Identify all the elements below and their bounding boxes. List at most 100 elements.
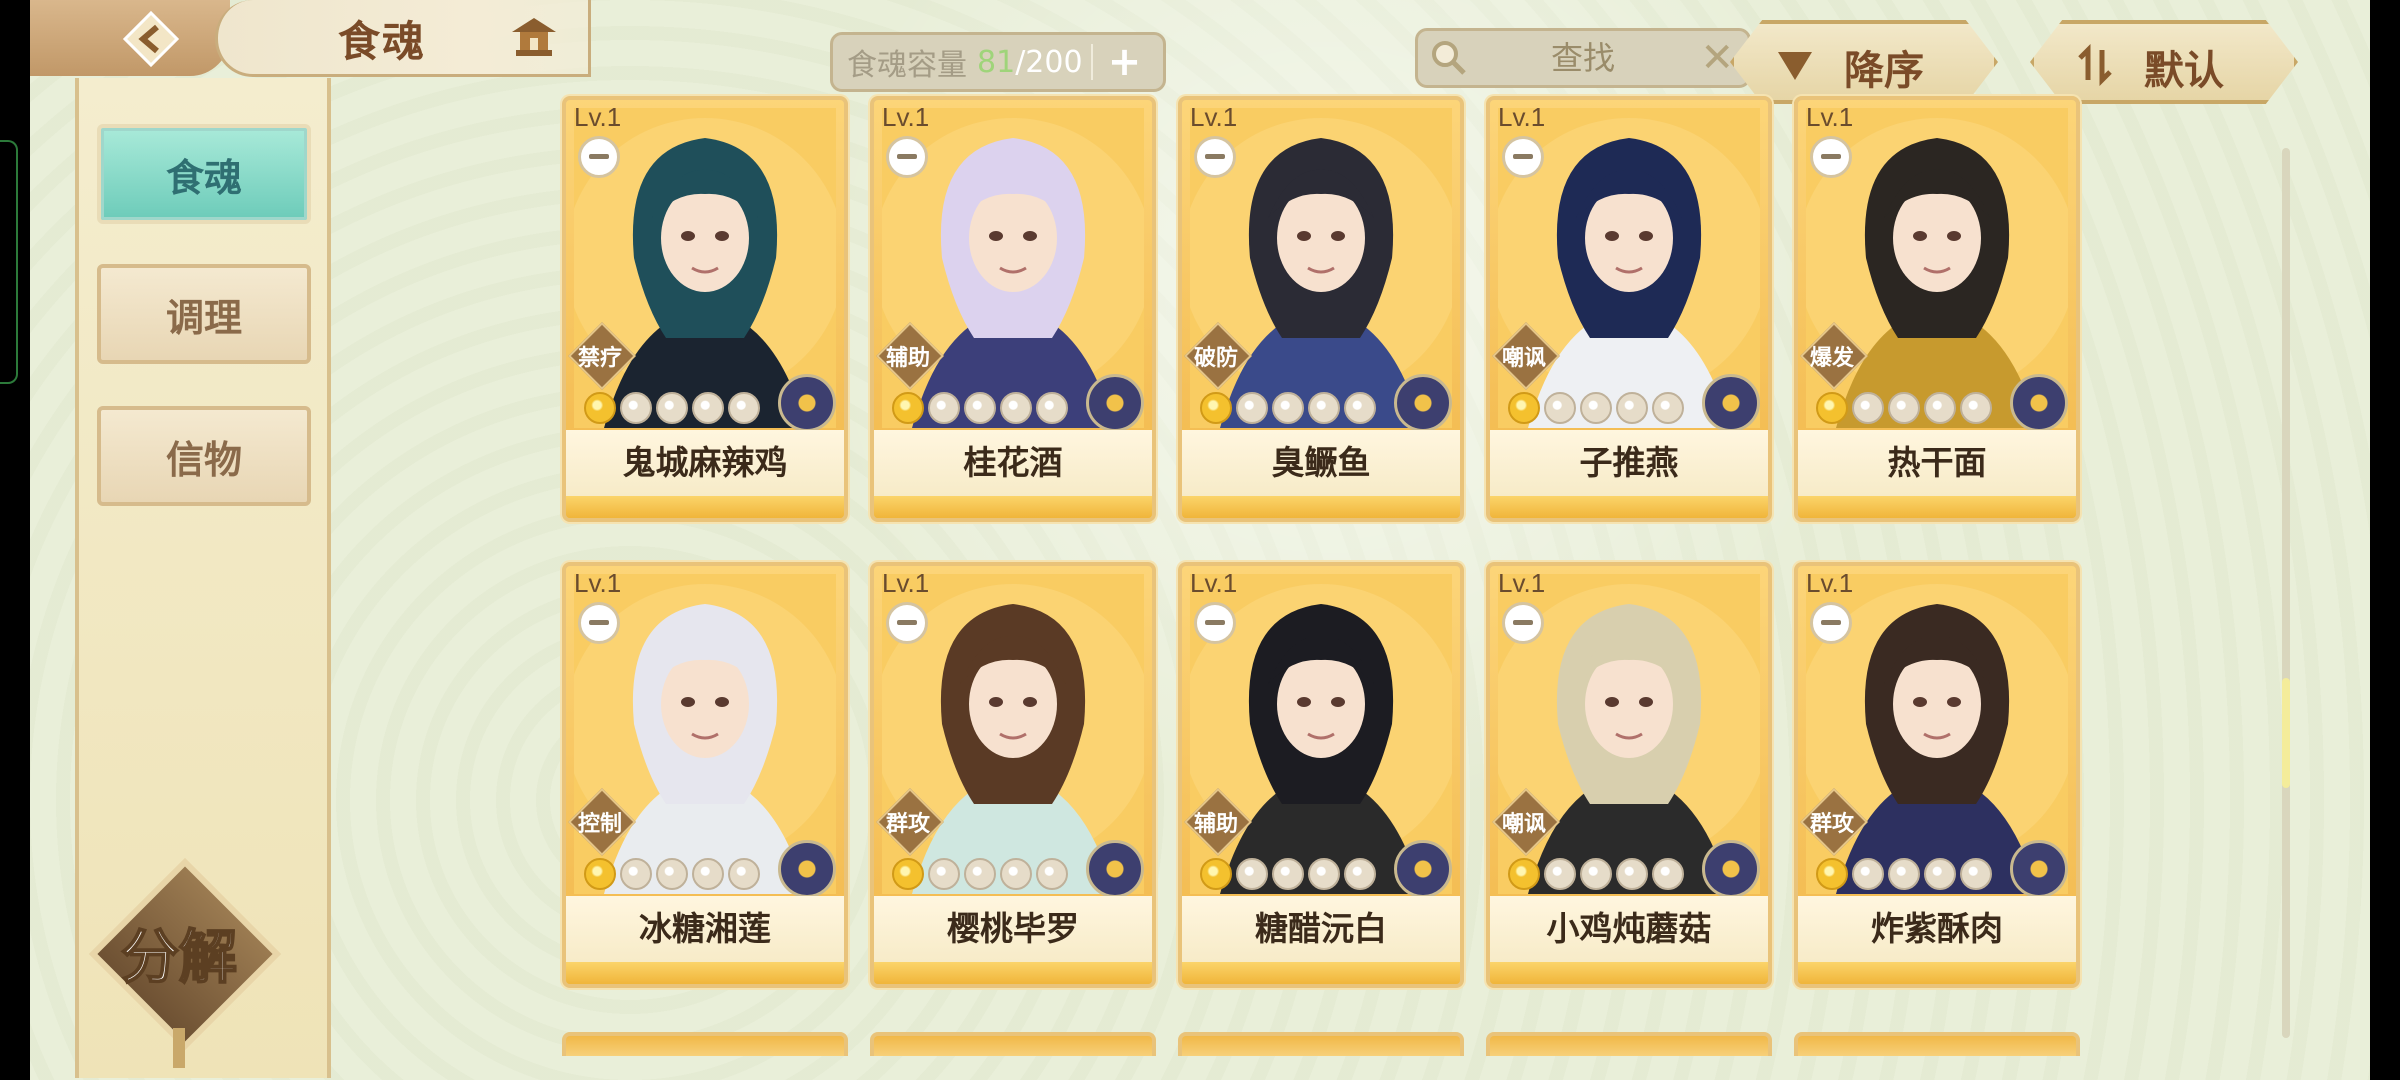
star-empty-icon bbox=[1852, 392, 1884, 424]
star-empty-icon bbox=[1616, 392, 1648, 424]
character-name: 子推燕 bbox=[1579, 443, 1679, 482]
card-partial[interactable] bbox=[562, 1032, 848, 1056]
card-footer bbox=[1182, 962, 1460, 984]
role-badge: 禁疗 bbox=[568, 322, 636, 390]
star-rating bbox=[1508, 858, 1684, 892]
star-empty-icon bbox=[1344, 858, 1376, 890]
card-footer bbox=[1490, 496, 1768, 518]
lock-toggle-icon[interactable] bbox=[1194, 602, 1236, 644]
level-label: Lv.1 bbox=[574, 102, 622, 132]
star-rating bbox=[1200, 392, 1376, 426]
element-icon bbox=[1702, 840, 1760, 898]
star-empty-icon bbox=[1888, 858, 1920, 890]
lock-toggle-icon[interactable] bbox=[1810, 136, 1852, 178]
food-soul-card[interactable]: Lv.1 辅助 桂花酒 bbox=[870, 96, 1156, 522]
star-empty-icon bbox=[1272, 392, 1304, 424]
star-empty-icon bbox=[1308, 858, 1340, 890]
role-badge: 爆发 bbox=[1800, 322, 1868, 390]
star-empty-icon bbox=[1888, 392, 1920, 424]
card-partial[interactable] bbox=[1178, 1032, 1464, 1056]
role-label: 群攻 bbox=[1809, 812, 1854, 837]
lock-toggle-icon[interactable] bbox=[886, 602, 928, 644]
star-filled-icon bbox=[892, 858, 924, 890]
level-label: Lv.1 bbox=[1190, 568, 1238, 598]
food-soul-card[interactable]: Lv.1 群攻 樱桃毕罗 bbox=[870, 562, 1156, 988]
star-empty-icon bbox=[1036, 392, 1068, 424]
role-badge: 辅助 bbox=[1184, 788, 1252, 856]
element-icon bbox=[2010, 840, 2068, 898]
card-partial[interactable] bbox=[1486, 1032, 1772, 1056]
food-soul-card[interactable]: Lv.1 嘲讽小鸡炖蘑菇 bbox=[1486, 562, 1772, 988]
level-label: Lv.1 bbox=[1498, 568, 1546, 598]
level-label: Lv.1 bbox=[882, 568, 930, 598]
food-soul-card[interactable]: Lv.1 禁疗 鬼城麻辣鸡 bbox=[562, 96, 848, 522]
scrollbar[interactable] bbox=[2282, 148, 2290, 1038]
card-footer bbox=[874, 496, 1152, 518]
character-name: 小鸡炖蘑菇 bbox=[1546, 909, 1712, 948]
star-filled-icon bbox=[1508, 392, 1540, 424]
star-empty-icon bbox=[1652, 392, 1684, 424]
role-label: 辅助 bbox=[1193, 812, 1238, 837]
star-empty-icon bbox=[1924, 858, 1956, 890]
card-footer bbox=[1798, 962, 2076, 984]
food-soul-card[interactable]: Lv.1 辅助糖醋沅白 bbox=[1178, 562, 1464, 988]
lock-toggle-icon[interactable] bbox=[1502, 136, 1544, 178]
star-empty-icon bbox=[620, 392, 652, 424]
card-partial[interactable] bbox=[870, 1032, 1156, 1056]
star-empty-icon bbox=[1852, 858, 1884, 890]
role-badge: 破防 bbox=[1184, 322, 1252, 390]
role-badge: 辅助 bbox=[876, 322, 944, 390]
lock-toggle-icon[interactable] bbox=[886, 136, 928, 178]
star-rating bbox=[1508, 392, 1684, 426]
food-soul-card[interactable]: Lv.1 群攻炸紫酥肉 bbox=[1794, 562, 2080, 988]
star-empty-icon bbox=[928, 392, 960, 424]
lock-toggle-icon[interactable] bbox=[1502, 602, 1544, 644]
star-rating bbox=[1816, 858, 1992, 892]
food-soul-card[interactable]: Lv.1 破防 臭鳜鱼 bbox=[1178, 96, 1464, 522]
food-soul-card[interactable]: Lv.1 控制 冰糖湘莲 bbox=[562, 562, 848, 988]
role-label: 控制 bbox=[577, 812, 622, 837]
lock-toggle-icon[interactable] bbox=[578, 602, 620, 644]
level-label: Lv.1 bbox=[1806, 102, 1854, 132]
character-name: 炸紫酥肉 bbox=[1871, 909, 2003, 948]
card-footer bbox=[566, 962, 844, 984]
star-empty-icon bbox=[1960, 392, 1992, 424]
role-badge: 嘲讽 bbox=[1492, 322, 1560, 390]
element-icon bbox=[1702, 374, 1760, 432]
lock-toggle-icon[interactable] bbox=[1810, 602, 1852, 644]
role-label: 爆发 bbox=[1809, 346, 1854, 371]
card-footer bbox=[566, 496, 844, 518]
star-empty-icon bbox=[1236, 858, 1268, 890]
star-empty-icon bbox=[728, 392, 760, 424]
role-label: 嘲讽 bbox=[1501, 346, 1546, 371]
star-empty-icon bbox=[1036, 858, 1068, 890]
star-empty-icon bbox=[1272, 858, 1304, 890]
card-partial[interactable] bbox=[1794, 1032, 2080, 1056]
food-soul-card[interactable]: Lv.1 嘲讽 子推燕 bbox=[1486, 96, 1772, 522]
card-footer bbox=[1490, 962, 1768, 984]
level-label: Lv.1 bbox=[574, 568, 622, 598]
food-soul-card[interactable]: Lv.1 爆发 热干面 bbox=[1794, 96, 2080, 522]
element-icon bbox=[1394, 840, 1452, 898]
star-rating bbox=[892, 858, 1068, 892]
star-rating bbox=[1200, 858, 1376, 892]
level-label: Lv.1 bbox=[1806, 568, 1854, 598]
star-empty-icon bbox=[656, 392, 688, 424]
card-footer bbox=[1798, 496, 2076, 518]
lock-toggle-icon[interactable] bbox=[1194, 136, 1236, 178]
role-badge: 嘲讽 bbox=[1492, 788, 1560, 856]
star-empty-icon bbox=[1000, 392, 1032, 424]
star-empty-icon bbox=[620, 858, 652, 890]
star-empty-icon bbox=[1544, 858, 1576, 890]
element-icon bbox=[1394, 374, 1452, 432]
scrollbar-thumb[interactable] bbox=[2282, 678, 2290, 788]
star-filled-icon bbox=[1816, 858, 1848, 890]
star-empty-icon bbox=[1236, 392, 1268, 424]
role-label: 辅助 bbox=[885, 346, 930, 371]
character-name: 糖醋沅白 bbox=[1255, 909, 1387, 948]
role-label: 嘲讽 bbox=[1501, 812, 1546, 837]
star-empty-icon bbox=[1000, 858, 1032, 890]
role-label: 破防 bbox=[1193, 346, 1238, 371]
lock-toggle-icon[interactable] bbox=[578, 136, 620, 178]
star-empty-icon bbox=[1580, 858, 1612, 890]
